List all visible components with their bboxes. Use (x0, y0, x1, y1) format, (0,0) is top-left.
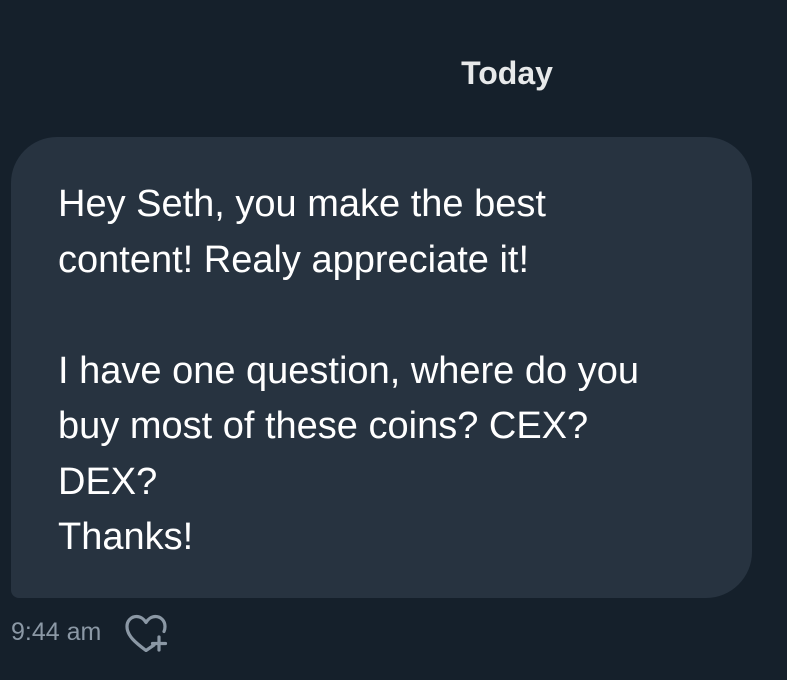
add-reaction-button[interactable] (123, 612, 169, 652)
message-text-line: Thanks! (58, 516, 194, 558)
message-bubble[interactable]: Hey Seth, you make the best content! Rea… (11, 137, 752, 598)
heart-plus-icon (125, 614, 168, 652)
message-text-line: DEX? (58, 460, 158, 503)
message-timestamp: 9:44 am (11, 618, 102, 646)
message-text-line: buy most of these coins? CEX? (58, 405, 589, 447)
message-text-line: Hey Seth, you make the best (58, 183, 546, 225)
message-text-line (58, 288, 712, 344)
message-meta: 9:44 am (11, 612, 169, 652)
message-text-line: I have one question, where do you (58, 349, 639, 392)
date-separator: Today (461, 55, 553, 91)
message-text-line: content! Realy appreciate it! (58, 238, 530, 281)
